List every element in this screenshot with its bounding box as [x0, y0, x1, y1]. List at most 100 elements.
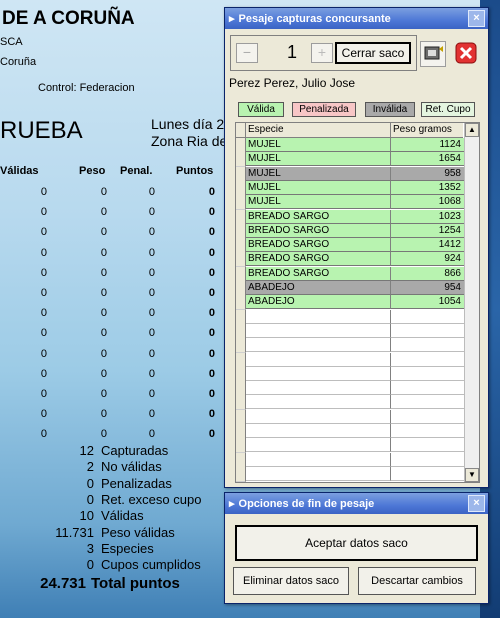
column-especie[interactable]: Especie [246, 123, 391, 138]
grid-row[interactable]: BREADO SARGO 866 [236, 266, 464, 282]
cell-peso[interactable]: 1023 [391, 209, 464, 224]
row-selector[interactable] [236, 195, 246, 211]
cell-peso[interactable] [391, 438, 464, 453]
scroll-up-icon[interactable]: ▲ [465, 123, 479, 137]
cell-peso[interactable] [391, 395, 464, 410]
row-selector[interactable] [236, 138, 246, 153]
row-selector[interactable] [236, 266, 246, 282]
grid-row[interactable]: BREADO SARGO 1412 [236, 238, 464, 254]
row-selector[interactable] [236, 452, 246, 468]
cell-peso[interactable]: 1352 [391, 180, 464, 195]
row-selector[interactable] [236, 180, 246, 196]
row-selector[interactable] [236, 352, 246, 368]
cell-especie[interactable]: BREADO SARGO [246, 252, 391, 267]
row-selector[interactable] [236, 166, 246, 182]
cell-especie[interactable] [246, 409, 391, 424]
row-selector[interactable] [236, 295, 246, 311]
grid-row[interactable]: ABADEJO 1054 [236, 295, 464, 311]
grid-row[interactable] [236, 366, 464, 382]
cell-peso[interactable]: 1124 [391, 138, 464, 152]
cell-peso[interactable]: 1254 [391, 223, 464, 238]
cell-especie[interactable]: BREADO SARGO [246, 266, 391, 281]
cell-peso[interactable]: 1054 [391, 295, 464, 310]
grid-row[interactable] [236, 338, 464, 354]
pesaje-titlebar[interactable]: ▸ Pesaje capturas concursante × [225, 8, 488, 29]
cell-peso[interactable] [391, 467, 464, 481]
row-selector[interactable] [236, 209, 246, 225]
cerrar-saco-button[interactable]: Cerrar saco [335, 42, 411, 64]
grid-row[interactable]: MUJEL 1124 [236, 138, 464, 153]
row-selector[interactable] [236, 438, 246, 454]
cell-peso[interactable] [391, 381, 464, 396]
cell-especie[interactable] [246, 381, 391, 396]
grid-row[interactable]: MUJEL 1654 [236, 152, 464, 168]
cell-especie[interactable]: MUJEL [246, 166, 391, 181]
grid-row[interactable] [236, 452, 464, 468]
cell-especie[interactable] [246, 309, 391, 324]
grid-row[interactable] [236, 309, 464, 325]
row-selector[interactable] [236, 238, 246, 254]
cell-especie[interactable] [246, 323, 391, 338]
row-selector[interactable] [236, 338, 246, 354]
increment-button[interactable]: + [311, 43, 333, 63]
scale-icon[interactable] [420, 41, 446, 67]
row-selector[interactable] [236, 323, 246, 339]
cell-especie[interactable] [246, 352, 391, 367]
opciones-titlebar[interactable]: ▸ Opciones de fin de pesaje × [225, 493, 488, 514]
row-selector[interactable] [236, 466, 246, 482]
row-selector[interactable] [236, 281, 246, 296]
grid-row[interactable] [236, 424, 464, 439]
grid-row[interactable]: BREADO SARGO 1254 [236, 223, 464, 239]
cancel-icon[interactable] [454, 41, 478, 65]
close-icon[interactable]: × [468, 495, 485, 512]
eliminar-datos-saco-button[interactable]: Eliminar datos saco [233, 567, 349, 595]
cell-peso[interactable] [391, 324, 464, 338]
cell-peso[interactable] [391, 410, 464, 424]
grid-row[interactable] [236, 323, 464, 339]
cell-peso[interactable] [391, 453, 464, 467]
cell-peso[interactable]: 1068 [391, 195, 464, 210]
cell-especie[interactable] [246, 438, 391, 453]
row-selector[interactable] [236, 252, 246, 268]
grid-row[interactable]: BREADO SARGO 1023 [236, 209, 464, 225]
cell-especie[interactable]: ABADEJO [246, 281, 391, 295]
cell-especie[interactable]: MUJEL [246, 195, 391, 210]
row-selector[interactable] [236, 395, 246, 411]
grid-row[interactable] [236, 352, 464, 368]
cell-especie[interactable]: ABADEJO [246, 295, 391, 310]
row-selector[interactable] [236, 424, 246, 439]
decrement-button[interactable]: − [236, 43, 258, 63]
column-peso[interactable]: Peso gramos [391, 123, 463, 138]
grid-row[interactable] [236, 409, 464, 425]
cell-peso[interactable]: 866 [391, 266, 464, 281]
row-selector[interactable] [236, 223, 246, 239]
grid-row[interactable]: MUJEL 1068 [236, 195, 464, 211]
row-selector[interactable] [236, 409, 246, 425]
grid-row[interactable]: ABADEJO 954 [236, 281, 464, 296]
cell-especie[interactable]: BREADO SARGO [246, 223, 391, 238]
row-selector[interactable] [236, 381, 246, 397]
cell-peso[interactable]: 1412 [391, 238, 464, 253]
cell-especie[interactable] [246, 366, 391, 381]
grid-scrollbar[interactable]: ▲ ▼ [464, 123, 479, 482]
cell-peso[interactable] [391, 424, 464, 438]
cell-especie[interactable]: BREADO SARGO [246, 209, 391, 224]
grid-row[interactable] [236, 395, 464, 411]
close-icon[interactable]: × [468, 10, 485, 27]
cell-especie[interactable] [246, 424, 391, 438]
cell-especie[interactable]: BREADO SARGO [246, 238, 391, 253]
cell-peso[interactable] [391, 310, 464, 324]
cell-especie[interactable]: MUJEL [246, 152, 391, 167]
cell-peso[interactable] [391, 338, 464, 353]
cell-especie[interactable]: MUJEL [246, 180, 391, 195]
row-selector[interactable] [236, 366, 246, 382]
cell-especie[interactable] [246, 395, 391, 410]
grid-row[interactable] [236, 381, 464, 397]
grid-row[interactable]: MUJEL 958 [236, 166, 464, 182]
cell-especie[interactable]: MUJEL [246, 138, 391, 152]
scroll-down-icon[interactable]: ▼ [465, 468, 479, 482]
cell-peso[interactable]: 924 [391, 252, 464, 267]
cell-especie[interactable] [246, 466, 391, 481]
grid-row[interactable]: BREADO SARGO 924 [236, 252, 464, 268]
cell-peso[interactable]: 958 [391, 166, 464, 181]
